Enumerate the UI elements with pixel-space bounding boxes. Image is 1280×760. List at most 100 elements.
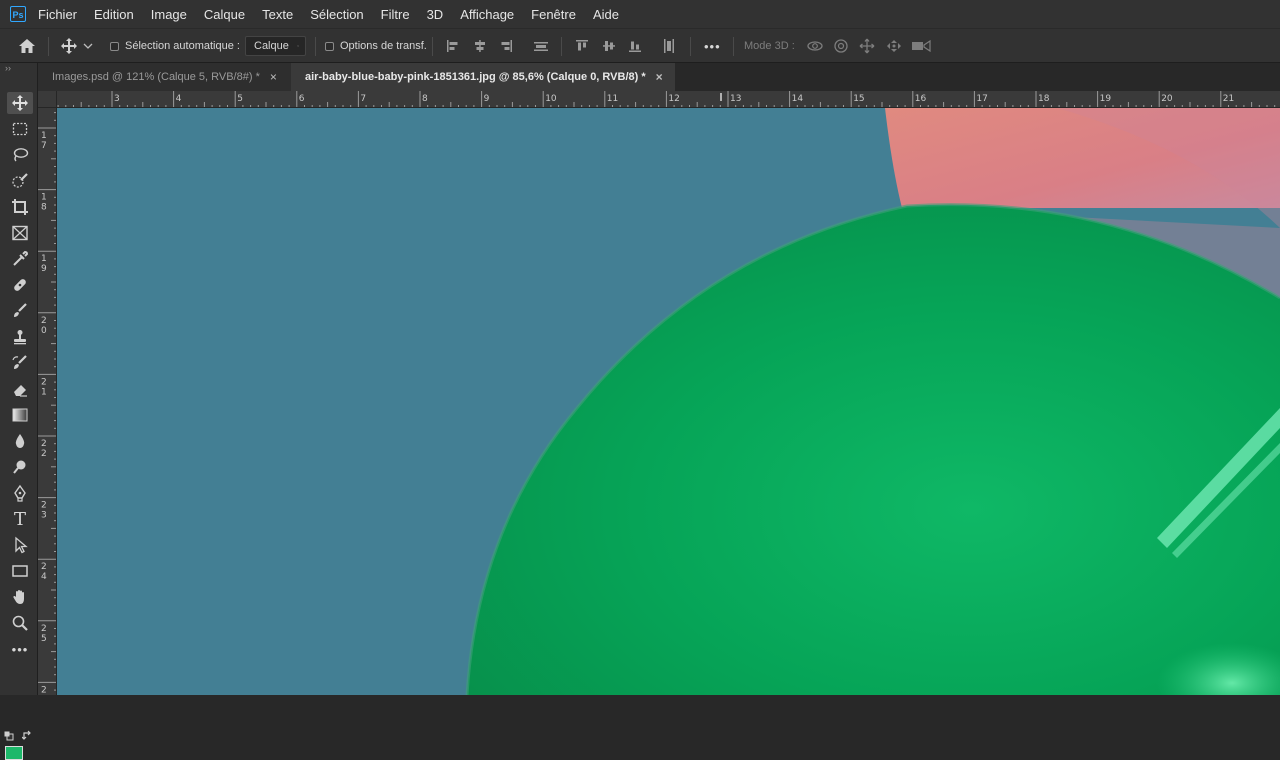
menu-calque[interactable]: Calque [204,7,245,22]
ruler-label: 3 [114,94,120,104]
tools-panel: ›› T ••• [0,63,38,760]
frame-tool[interactable] [7,222,33,244]
menu-3d[interactable]: 3D [427,7,444,22]
lasso-icon [13,148,29,162]
ruler-label: 1 [41,387,47,397]
chevron-down-icon [83,43,93,49]
lasso-tool[interactable] [7,144,33,166]
swap-colors-icon[interactable] [22,730,33,741]
default-colors-icon[interactable] [4,731,14,741]
align-top-icon [576,40,588,51]
ruler-label: 19 [1100,94,1112,104]
dodge-tool[interactable] [7,456,33,478]
divider [432,37,433,56]
ruler-label: 5 [41,634,47,644]
camera-3d-icon [912,39,931,53]
menu-image[interactable]: Image [151,7,187,22]
quick-selection-tool[interactable] [7,170,33,192]
ruler-label: 2 [41,377,47,387]
align-right-button[interactable] [499,29,513,63]
menu-aide[interactable]: Aide [593,7,619,22]
align-left-icon [447,40,458,52]
ruler-label: 2 [41,501,47,511]
menu-filtre[interactable]: Filtre [381,7,410,22]
roll-3d-icon [834,39,848,53]
edit-toolbar-button[interactable]: ••• [7,638,33,660]
checkbox-box[interactable] [325,41,334,51]
vertical-ruler[interactable]: 1718192021222324252 [38,108,57,695]
ruler-label: 14 [792,94,804,104]
mode-3d-label: Mode 3D : [744,40,795,52]
divider [733,37,734,56]
close-icon[interactable]: × [270,70,277,84]
move-icon [61,38,77,54]
move-tool[interactable] [7,92,33,114]
document-canvas[interactable] [57,108,1280,695]
menu-texte[interactable]: Texte [262,7,293,22]
tab-air-baby-blue-jpg[interactable]: air-baby-blue-baby-pink-1851361.jpg @ 85… [291,63,675,91]
horizontal-ruler[interactable]: 3 4 5 6 7 8 9 10 11 12 13 14 15 16 17 18 19 20 21 [38,91,1280,108]
auto-select-dropdown[interactable]: Calque [245,36,306,56]
ruler-label: 8 [41,203,47,213]
home-button[interactable] [18,29,36,63]
menu-fichier[interactable]: Fichier [38,7,77,22]
tab-images-psd[interactable]: Images.psd @ 121% (Calque 5, RVB/8#) * × [38,63,291,91]
gradient-tool[interactable] [7,404,33,426]
align-top-button[interactable] [575,29,589,63]
ruler-label: 21 [1223,94,1234,104]
align-right-icon [501,40,512,52]
eyedropper-tool[interactable] [7,248,33,270]
roll-3d-button[interactable] [833,29,849,63]
path-selection-tool[interactable] [7,534,33,556]
menu-fenetre[interactable]: Fenêtre [531,7,576,22]
auto-select-checkbox[interactable]: Sélection automatique : [110,29,240,63]
ruler-origin[interactable] [38,91,57,108]
foreground-color-swatch[interactable] [5,746,23,760]
rectangle-tool[interactable] [7,560,33,582]
menu-affichage[interactable]: Affichage [460,7,514,22]
pen-tool[interactable] [7,482,33,504]
ruler-label: 4 [176,94,182,104]
ruler-label: 0 [41,326,47,336]
marquee-tool[interactable] [7,118,33,140]
orbit-3d-button[interactable] [806,29,824,63]
ruler-label: 2 [41,562,47,572]
drag-3d-button[interactable] [859,29,875,63]
hand-tool[interactable] [7,586,33,608]
transform-controls-checkbox[interactable]: Options de transf. [325,29,427,63]
ruler-label: 18 [1038,94,1050,104]
drop-icon [15,434,25,448]
align-left-button[interactable] [446,29,460,63]
history-brush-tool[interactable] [7,352,33,374]
crop-icon [12,199,28,215]
move-tool-preset-button[interactable] [60,29,93,63]
options-bar: Sélection automatique : Calque Options d… [0,28,1280,63]
slide-3d-button[interactable] [885,29,903,63]
align-bottom-button[interactable] [628,29,642,63]
crop-tool[interactable] [7,196,33,218]
ruler-label: 12 [668,94,679,104]
close-icon[interactable]: × [656,70,663,84]
expand-panel-icon[interactable]: ›› [5,63,11,73]
ruler-label: 7 [41,141,47,151]
align-middle-button[interactable] [602,29,616,63]
distribute-v-button[interactable] [662,29,676,63]
checkbox-box[interactable] [110,41,119,51]
scale-3d-button[interactable] [911,29,931,63]
blur-tool[interactable] [7,430,33,452]
eraser-tool[interactable] [7,378,33,400]
divider [48,37,49,56]
align-center-h-button[interactable] [473,29,487,63]
pen-icon [14,484,26,502]
ruler-label: 15 [853,94,864,104]
brush-tool[interactable] [7,300,33,322]
healing-brush-tool[interactable] [7,274,33,296]
type-tool[interactable]: T [7,508,33,530]
stamp-icon [14,330,26,345]
more-options-button[interactable]: ••• [704,29,721,63]
zoom-tool[interactable] [7,612,33,634]
distribute-h-button[interactable] [533,29,549,63]
menu-edition[interactable]: Edition [94,7,134,22]
menu-selection[interactable]: Sélection [310,7,363,22]
clone-stamp-tool[interactable] [7,326,33,348]
